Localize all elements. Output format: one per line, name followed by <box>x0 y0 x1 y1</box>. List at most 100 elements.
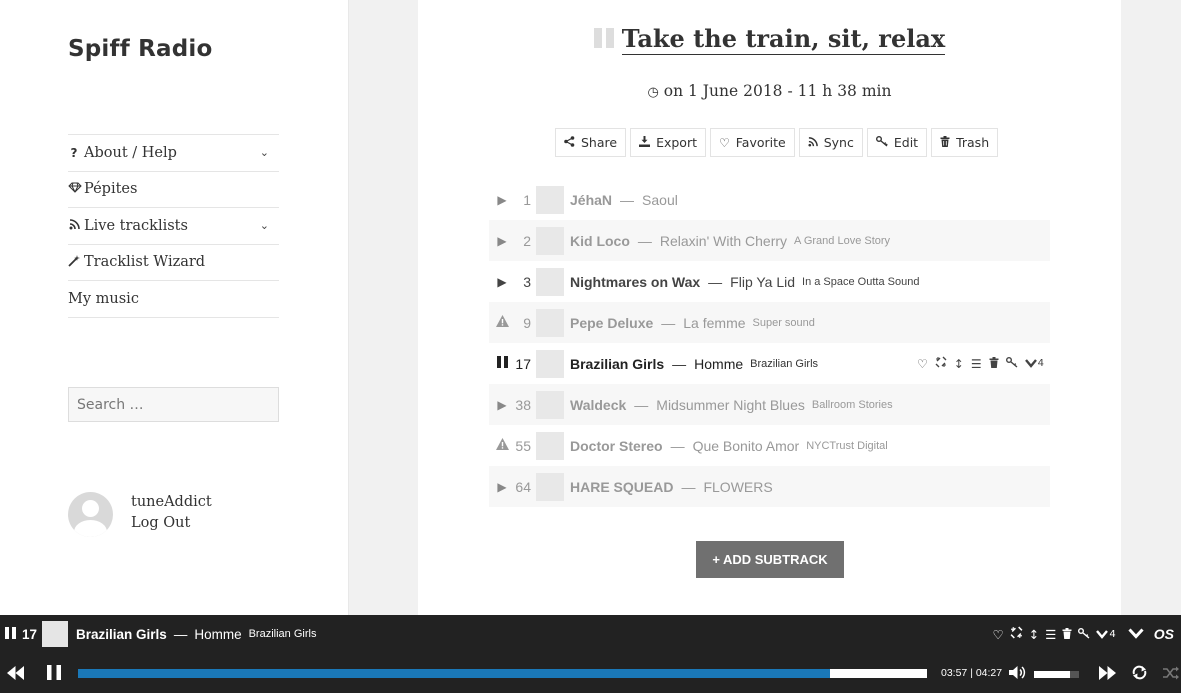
pause-icon[interactable] <box>495 356 509 371</box>
diamond-icon <box>68 182 82 196</box>
post-date-duration: on 1 June 2018 - 11 h 38 min <box>663 82 892 100</box>
chevron-down-icon[interactable] <box>1024 357 1037 371</box>
track-row-active[interactable]: 17 Brazilian Girls — Homme Brazilian Gir… <box>489 343 1050 384</box>
chevron-down-icon[interactable]: ⌄ <box>260 146 269 159</box>
track-row[interactable]: 55 Doctor Stereo — Que Bonito Amor NYCTr… <box>489 425 1050 466</box>
previous-track-icon[interactable] <box>7 665 24 684</box>
heart-icon[interactable]: ♡ <box>917 357 928 371</box>
share-icon <box>564 135 575 150</box>
track-row[interactable]: ▶ 38 Waldeck — Midsummer Night Blues Bal… <box>489 384 1050 425</box>
track-separator: — <box>681 478 696 495</box>
edit-button[interactable]: Edit <box>866 128 928 157</box>
track-separator: — <box>708 273 723 290</box>
track-row[interactable]: ▶ 1 JéhaN — Saoul <box>489 179 1050 220</box>
player-title: Homme <box>194 626 242 642</box>
progress-bar[interactable] <box>78 669 927 678</box>
chevron-down-icon[interactable]: ⌄ <box>260 219 269 232</box>
track-separator: — <box>661 314 676 331</box>
track-album: NYCTrust Digital <box>806 439 888 452</box>
menu-item-about-help[interactable]: ? About / Help ⌄ <box>68 135 279 172</box>
key-icon[interactable] <box>1078 627 1090 642</box>
menu-item-tracklist-wizard[interactable]: Tracklist Wizard <box>68 245 279 281</box>
search-input[interactable] <box>68 387 279 422</box>
track-thumbnail <box>536 431 564 460</box>
track-separator: — <box>620 191 635 208</box>
reorder-icon[interactable]: ↕ <box>1029 627 1039 642</box>
menu-item-label: About / Help <box>84 144 177 161</box>
track-thumbnail <box>536 185 564 214</box>
play-icon[interactable]: ▶ <box>495 480 509 494</box>
play-icon[interactable]: ▶ <box>495 234 509 248</box>
play-icon[interactable]: ▶ <box>495 193 509 207</box>
shuffle-icon[interactable] <box>1163 665 1179 684</box>
next-track-icon[interactable] <box>1099 665 1116 684</box>
post-meta: ◷ on 1 June 2018 - 11 h 38 min <box>418 82 1121 100</box>
logout-link[interactable]: Log Out <box>131 513 212 534</box>
track-album: Brazilian Girls <box>750 357 819 370</box>
export-button[interactable]: Export <box>630 128 706 157</box>
share-button[interactable]: Share <box>555 128 627 157</box>
download-icon <box>639 135 651 150</box>
pause-icon[interactable] <box>593 27 614 52</box>
list-icon[interactable]: ☰ <box>971 357 982 371</box>
pause-icon[interactable] <box>5 626 16 642</box>
key-icon[interactable] <box>1005 356 1018 371</box>
chevron-down-icon[interactable] <box>1096 627 1109 642</box>
repeat-icon[interactable] <box>1131 665 1148 684</box>
unlink-icon[interactable] <box>1010 626 1023 642</box>
favorite-button[interactable]: ♡ Favorite <box>710 128 795 157</box>
track-number: 3 <box>523 273 531 290</box>
menu-item-pepites[interactable]: Pépites <box>68 172 279 208</box>
rss-icon <box>68 218 80 233</box>
volume-icon[interactable] <box>1009 665 1026 684</box>
menu-item-my-music[interactable]: My music <box>68 281 279 318</box>
reorder-icon[interactable]: ↕ <box>954 357 964 371</box>
trash-icon[interactable] <box>989 356 999 371</box>
unlink-icon[interactable] <box>935 356 947 371</box>
track-album: Super sound <box>752 316 815 329</box>
plus-icon: + <box>712 552 720 567</box>
track-title: FLOWERS <box>703 478 773 495</box>
track-row[interactable]: 9 Pepe Deluxe — La femme Super sound <box>489 302 1050 343</box>
main-content: Take the train, sit, relax ◷ on 1 June 2… <box>418 0 1121 615</box>
key-icon <box>875 135 888 150</box>
sync-button[interactable]: Sync <box>798 128 863 157</box>
trash-icon[interactable] <box>1062 627 1072 642</box>
player-album: Brazilian Girls <box>248 628 317 640</box>
track-row[interactable]: ▶ 64 HARE SQUEAD — FLOWERS <box>489 466 1050 507</box>
question-icon: ? <box>70 145 78 160</box>
main-menu: ? About / Help ⌄ Pépites Live tracklists … <box>68 134 279 318</box>
trash-label: Trash <box>956 135 990 150</box>
menu-item-label: My music <box>68 290 139 307</box>
clock-icon: ◷ <box>647 85 659 100</box>
trash-icon <box>940 135 950 150</box>
time-display: 03:57 | 04:27 <box>941 667 1003 679</box>
player-bar: 17 Brazilian Girls — Homme Brazilian Gir… <box>0 615 1181 693</box>
menu-item-live-tracklists[interactable]: Live tracklists ⌄ <box>68 208 279 245</box>
post-title[interactable]: Take the train, sit, relax <box>621 24 946 55</box>
track-artist: Doctor Stereo <box>570 437 663 454</box>
add-subtrack-button[interactable]: + ADD SUBTRACK <box>696 541 844 578</box>
links-count: 4 <box>1109 628 1116 640</box>
track-row[interactable]: ▶ 2 Kid Loco — Relaxin' With Cherry A Gr… <box>489 220 1050 261</box>
collapse-chevron-icon[interactable] <box>1128 627 1144 642</box>
list-icon[interactable]: ☰ <box>1045 627 1056 642</box>
trash-button[interactable]: Trash <box>931 128 999 157</box>
username-link[interactable]: tuneAddict <box>131 492 212 513</box>
play-icon[interactable]: ▶ <box>495 275 509 289</box>
pause-button[interactable] <box>47 665 61 684</box>
track-album: A Grand Love Story <box>794 234 891 247</box>
links-count: 4 <box>1037 358 1044 369</box>
os-logo[interactable]: OS <box>1154 626 1174 642</box>
track-row[interactable]: ▶ 3 Nightmares on Wax — Flip Ya Lid In a… <box>489 261 1050 302</box>
avatar <box>68 492 113 537</box>
tracklist: ▶ 1 JéhaN — Saoul ▶ 2 Kid Loco — Relaxin… <box>489 179 1050 507</box>
site-title[interactable]: Spiff Radio <box>68 36 213 62</box>
volume-slider[interactable] <box>1034 671 1079 678</box>
play-icon[interactable]: ▶ <box>495 398 509 412</box>
heart-icon[interactable]: ♡ <box>992 627 1003 642</box>
sync-label: Sync <box>823 135 854 150</box>
track-thumbnail <box>536 226 564 255</box>
track-number: 17 <box>515 355 531 372</box>
sidebar: Spiff Radio ? About / Help ⌄ Pépites Live… <box>0 0 349 615</box>
